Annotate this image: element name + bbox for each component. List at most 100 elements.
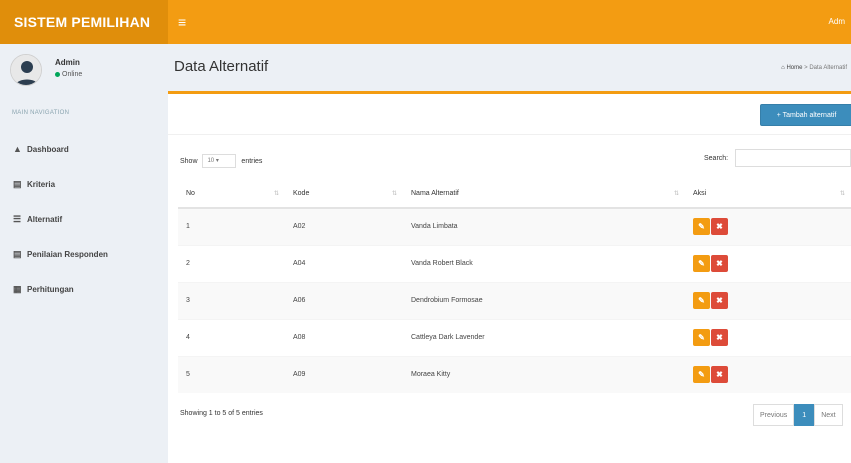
edit-icon[interactable]: ✎ — [693, 255, 710, 272]
cell-no: 4 — [178, 318, 285, 356]
sort-icon: ⇅ — [273, 191, 279, 197]
main-content: Data Alternatif ⌂ Home > Data Alternatif… — [160, 44, 851, 463]
sidebar-item-alternatif[interactable]: ☰ Alternatif — [0, 202, 160, 237]
avatar — [10, 54, 42, 86]
nav-header: MAIN NAVIGATION — [12, 110, 70, 116]
cell-nama: Cattleya Dark Lavender — [403, 318, 685, 356]
add-alternative-button[interactable]: + Tambah alternatif — [760, 104, 851, 126]
cell-aksi: ✎ ✖ — [685, 281, 851, 319]
user-panel: Admin Online — [10, 52, 160, 92]
cell-no: 1 — [178, 207, 285, 245]
sidebar-item-dashboard[interactable]: ▲ Dashboard — [0, 132, 160, 167]
cell-no: 3 — [178, 281, 285, 319]
column-label: Aksi — [693, 190, 707, 197]
table-row: 1 A02 Vanda Limbata ✎ ✖ — [178, 207, 851, 245]
sidebar-item-kriteria[interactable]: ▤ Kriteria — [0, 167, 160, 202]
cell-kode: A02 — [285, 207, 403, 245]
edit-icon[interactable]: ✎ — [693, 292, 710, 309]
user-status-label: Online — [62, 71, 83, 78]
sidebar: Admin Online MAIN NAVIGATION ▲ Dashboard … — [0, 44, 160, 463]
sidebar-nav: ▲ Dashboard ▤ Kriteria ☰ Alternatif ▤ Penila… — [0, 132, 160, 307]
entries-label: entries — [241, 157, 263, 165]
sidebar-item-label: Kriteria — [27, 180, 56, 189]
column-header-no[interactable]: No ⇅ — [178, 180, 285, 209]
column-label: Kode — [293, 190, 310, 197]
list-icon: ▤ — [13, 179, 22, 189]
sort-icon: ⇅ — [391, 191, 397, 197]
sidebar-item-label: Perhitungan — [27, 285, 74, 294]
app-brand[interactable]: SISTEM PEMILIHAN — [0, 0, 168, 44]
previous-button[interactable]: Previous — [753, 404, 795, 426]
table-row: 3 A06 Dendrobium Formosae ✎ ✖ — [178, 281, 851, 319]
user-avatar-icon — [11, 55, 41, 85]
online-dot-icon — [55, 71, 60, 77]
cell-nama: Dendrobium Formosae — [403, 281, 685, 319]
cell-no: 5 — [178, 355, 285, 393]
breadcrumb-separator: > — [804, 65, 808, 71]
column-header-aksi[interactable]: Aksi ⇅ — [685, 180, 851, 209]
user-status: Online — [55, 71, 82, 78]
column-label: No — [186, 190, 195, 197]
column-header-kode[interactable]: Kode ⇅ — [285, 180, 403, 209]
dashboard-icon: ▲ — [13, 144, 22, 154]
content-header: Data Alternatif ⌂ Home > Data Alternatif — [160, 44, 851, 88]
sort-icon: ⇅ — [839, 191, 845, 197]
page-title: Data Alternatif — [174, 58, 269, 75]
edit-icon[interactable]: ✎ — [693, 329, 710, 346]
sort-icon: ⇅ — [673, 191, 679, 197]
sidebar-item-label: Penilaian Responden — [27, 250, 108, 259]
calculator-icon: ▦ — [13, 284, 22, 294]
data-box: + Tambah alternatif Show 10 ▾ entries Se… — [168, 91, 851, 463]
delete-icon[interactable]: ✖ — [711, 292, 728, 309]
cell-aksi: ✎ ✖ — [685, 355, 851, 393]
delete-icon[interactable]: ✖ — [711, 255, 728, 272]
cell-nama: Moraea Kitty — [403, 355, 685, 393]
alternatives-table: No ⇅ Kode ⇅ Nama Alternatif ⇅ Aksi ⇅ 1 A02 V… — [178, 180, 851, 393]
delete-icon[interactable]: ✖ — [711, 366, 728, 384]
cell-kode: A09 — [285, 355, 403, 393]
search-label: Search: — [704, 155, 729, 162]
cell-aksi: ✎ ✖ — [685, 244, 851, 282]
table-row: 2 A04 Vanda Robert Black ✎ ✖ — [178, 244, 851, 282]
list-icon: ▤ — [13, 249, 22, 259]
edit-icon[interactable]: ✎ — [693, 218, 710, 236]
chevron-down-icon: ▾ — [215, 158, 219, 164]
table-info: Showing 1 to 5 of 5 entries — [180, 410, 263, 417]
sidebar-item-label: Alternatif — [27, 215, 63, 224]
next-button[interactable]: Next — [814, 404, 843, 426]
show-entries: Show 10 ▾ entries — [180, 154, 262, 168]
sidebar-item-perhitungan[interactable]: ▦ Perhitungan — [0, 272, 160, 307]
entries-select[interactable]: 10 ▾ — [202, 154, 237, 168]
top-navbar: SISTEM PEMILIHAN ≡ Adm — [0, 0, 851, 44]
breadcrumb: ⌂ Home > Data Alternatif — [781, 65, 847, 71]
user-menu[interactable]: Adm — [829, 0, 845, 44]
delete-icon[interactable]: ✖ — [711, 218, 728, 236]
sidebar-item-label: Dashboard — [27, 145, 69, 154]
show-label: Show — [180, 157, 198, 165]
cell-nama: Vanda Robert Black — [403, 244, 685, 282]
user-name: Admin — [55, 58, 80, 67]
cell-aksi: ✎ ✖ — [685, 207, 851, 245]
breadcrumb-home[interactable]: ⌂ Home — [781, 65, 802, 71]
page-1-button[interactable]: 1 — [794, 404, 815, 426]
search-input[interactable] — [735, 149, 851, 167]
delete-icon[interactable]: ✖ — [711, 329, 728, 346]
divider — [168, 134, 851, 135]
menu-toggle-icon[interactable]: ≡ — [178, 0, 186, 44]
breadcrumb-home-label: Home — [786, 65, 803, 71]
breadcrumb-current: Data Alternatif — [809, 65, 847, 71]
column-header-nama[interactable]: Nama Alternatif ⇅ — [403, 180, 685, 209]
pagination: Previous 1 Next — [753, 404, 843, 426]
table-row: 4 A08 Cattleya Dark Lavender ✎ ✖ — [178, 318, 851, 356]
table-header-row: No ⇅ Kode ⇅ Nama Alternatif ⇅ Aksi ⇅ — [178, 180, 851, 209]
table-row: 5 A09 Moraea Kitty ✎ ✖ — [178, 355, 851, 393]
edit-icon[interactable]: ✎ — [693, 366, 710, 384]
column-label: Nama Alternatif — [411, 190, 459, 197]
home-icon: ⌂ — [781, 65, 785, 71]
cell-nama: Vanda Limbata — [403, 207, 685, 245]
cell-kode: A08 — [285, 318, 403, 356]
entries-select-value: 10 — [207, 158, 215, 164]
sidebar-item-penilaian-responden[interactable]: ▤ Penilaian Responden — [0, 237, 160, 272]
cell-kode: A04 — [285, 244, 403, 282]
bars-icon: ☰ — [13, 214, 22, 224]
